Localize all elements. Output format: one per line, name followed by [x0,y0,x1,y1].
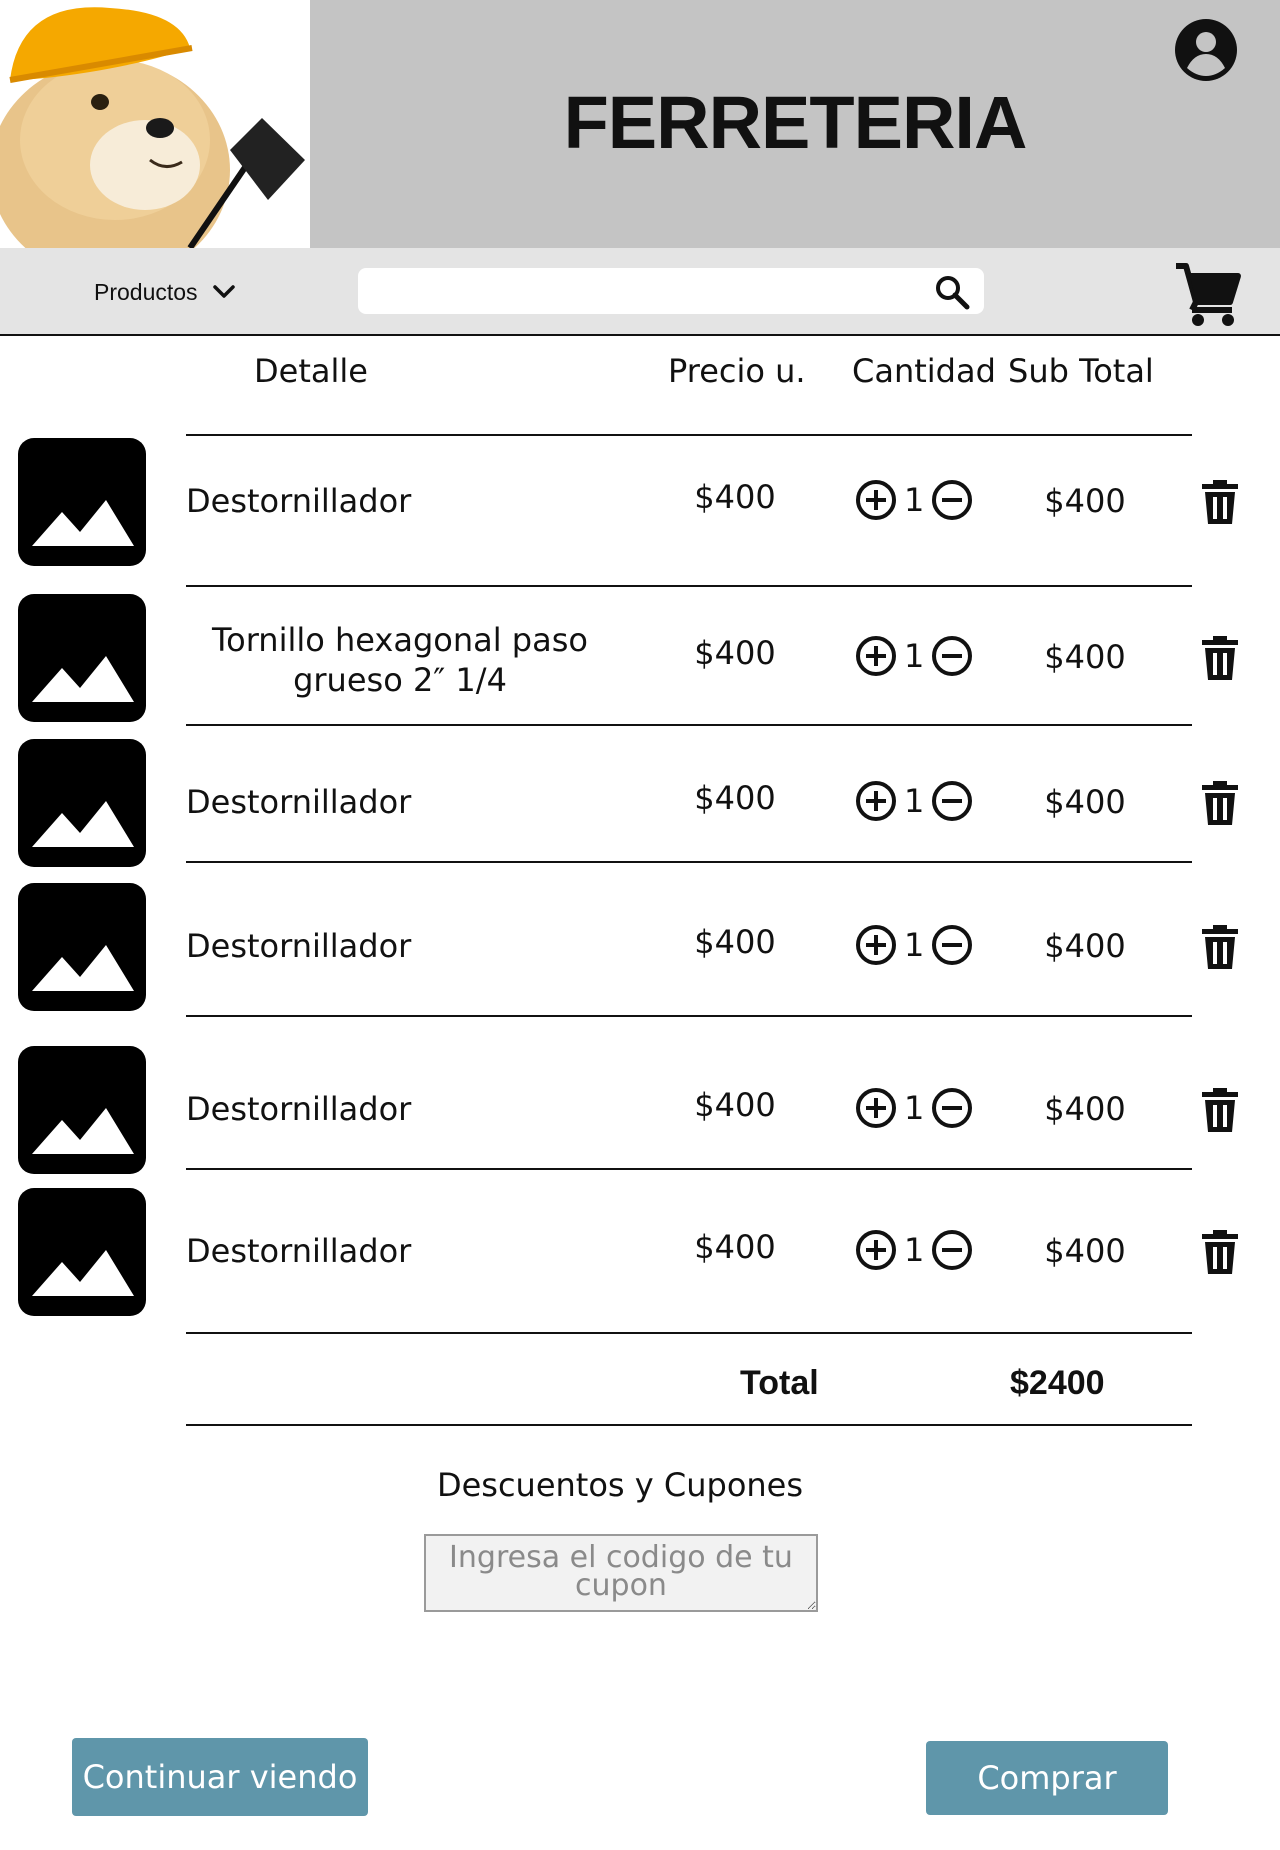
products-dropdown[interactable]: Productos [94,274,236,310]
minus-circle-icon[interactable] [930,779,974,823]
row-subtotal: $400 [1044,1232,1126,1270]
quantity-stepper: 1 [854,779,984,823]
nav-bar: Productos [0,248,1280,336]
product-image-placeholder-icon[interactable] [18,883,146,1011]
product-image-placeholder-icon[interactable] [18,594,146,722]
minus-circle-icon[interactable] [930,923,974,967]
header-quantity: Cantidad [852,352,996,390]
plus-circle-icon[interactable] [854,478,898,522]
quantity-value: 1 [904,481,925,519]
quantity-stepper: 1 [854,923,984,967]
delete-icon[interactable] [1196,779,1244,827]
row-subtotal: $400 [1044,482,1126,520]
products-label: Productos [94,278,198,305]
plus-circle-icon[interactable] [854,1228,898,1272]
unit-price: $400 [694,923,776,961]
delete-icon[interactable] [1196,1228,1244,1276]
total-value: $2400 [1010,1364,1105,1402]
search-icon[interactable] [934,274,970,310]
minus-circle-icon[interactable] [930,1086,974,1130]
minus-circle-icon[interactable] [930,634,974,678]
plus-circle-icon[interactable] [854,1086,898,1130]
minus-circle-icon[interactable] [930,1228,974,1272]
logo[interactable] [0,0,310,248]
minus-circle-icon[interactable] [930,478,974,522]
search-box [358,268,984,314]
unit-price: $400 [694,779,776,817]
chevron-down-icon [212,285,235,298]
header-detail: Detalle [254,352,368,390]
quantity-value: 1 [904,1231,925,1269]
unit-price: $400 [694,634,776,672]
delete-icon[interactable] [1196,1086,1244,1134]
search-input[interactable] [372,274,912,308]
row-divider [186,1168,1192,1170]
account-circle-icon[interactable] [1174,18,1238,82]
quantity-value: 1 [904,926,925,964]
row-subtotal: $400 [1044,927,1126,965]
product-name: Destornillador [186,927,412,965]
continue-shopping-button[interactable]: Continuar viendo [72,1738,368,1816]
row-divider [186,1424,1192,1426]
product-name: Destornillador [186,783,412,821]
row-divider [186,585,1192,587]
plus-circle-icon[interactable] [854,779,898,823]
buy-button[interactable]: Comprar [926,1741,1168,1815]
row-divider [186,724,1192,726]
product-image-placeholder-icon[interactable] [18,1188,146,1316]
row-divider [186,861,1192,863]
header-subtotal: Sub Total [1008,352,1154,390]
quantity-value: 1 [904,1089,925,1127]
delete-icon[interactable] [1196,923,1244,971]
header: FERRETERIA [0,0,1280,248]
product-name: Destornillador [186,1090,412,1128]
row-divider [186,434,1192,436]
plus-circle-icon[interactable] [854,634,898,678]
cart-icon[interactable] [1172,258,1242,328]
product-name: Destornillador [186,1232,412,1270]
coupon-code-input[interactable] [424,1534,818,1612]
product-image-placeholder-icon[interactable] [18,438,146,566]
row-subtotal: $400 [1044,638,1126,676]
delete-icon[interactable] [1196,478,1244,526]
quantity-stepper: 1 [854,634,984,678]
row-divider [186,1332,1192,1334]
quantity-value: 1 [904,637,925,675]
quantity-stepper: 1 [854,1086,984,1130]
page-title: FERRETERIA [563,81,1028,164]
delete-icon[interactable] [1196,634,1244,682]
product-image-placeholder-icon[interactable] [18,1046,146,1174]
total-label: Total [740,1364,819,1402]
plus-circle-icon[interactable] [854,923,898,967]
coupons-title: Descuentos y Cupones [436,1466,804,1504]
product-image-placeholder-icon[interactable] [18,739,146,867]
unit-price: $400 [694,1228,776,1266]
unit-price: $400 [694,1086,776,1124]
row-divider [186,1015,1192,1017]
row-subtotal: $400 [1044,1090,1126,1128]
quantity-stepper: 1 [854,478,984,522]
quantity-stepper: 1 [854,1228,984,1272]
product-name: Tornillo hexagonal paso grueso 2″ 1/4 [212,621,588,699]
header-unit-price: Precio u. [668,352,806,390]
unit-price: $400 [694,478,776,516]
product-name: Destornillador [186,482,412,520]
quantity-value: 1 [904,782,925,820]
row-subtotal: $400 [1044,783,1126,821]
